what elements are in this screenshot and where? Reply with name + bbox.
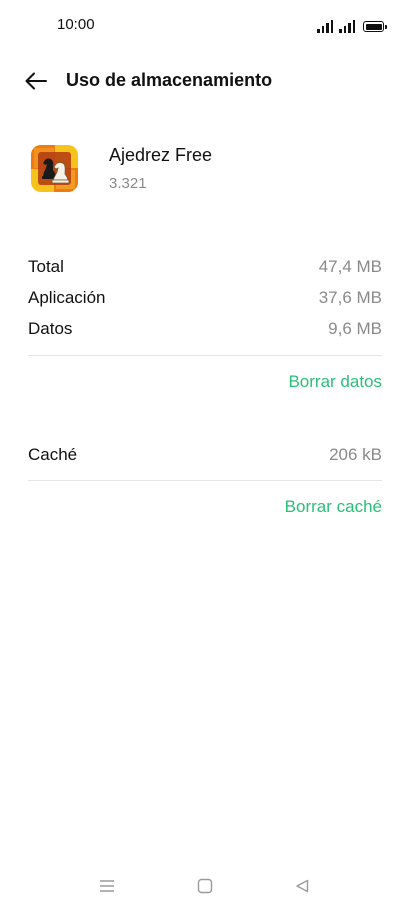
divider <box>28 480 382 481</box>
status-icons <box>317 17 387 33</box>
signal-icon <box>317 20 333 33</box>
row-value: 37,6 MB <box>318 288 382 307</box>
signal-icon-2 <box>339 20 355 33</box>
cache-row: Caché 206 kB <box>28 442 382 468</box>
chess-app-icon <box>31 145 78 192</box>
back-nav-button[interactable] <box>290 874 314 898</box>
cache-label: Caché <box>28 445 78 464</box>
storage-row-data: Datos 9,6 MB <box>28 316 382 342</box>
home-button[interactable] <box>193 874 217 898</box>
page-title: Uso de almacenamiento <box>66 70 273 90</box>
screen: 10:00 Uso de almacenamiento Ajedrez Free… <box>0 0 409 910</box>
storage-row-total: Total 47,4 MB <box>28 254 382 280</box>
row-label: Total <box>28 257 64 276</box>
status-bar: 10:00 <box>0 0 409 50</box>
clear-data-button[interactable]: Borrar datos <box>288 372 382 392</box>
back-triangle-icon <box>296 879 309 893</box>
navigation-bar <box>0 868 409 904</box>
storage-row-app: Aplicación 37,6 MB <box>28 285 382 311</box>
divider <box>28 355 382 356</box>
app-name: Ajedrez Free <box>109 145 213 165</box>
status-time: 10:00 <box>57 16 95 33</box>
row-value: 9,6 MB <box>328 319 382 338</box>
battery-icon <box>363 21 387 32</box>
cache-value: 206 kB <box>329 445 382 464</box>
menu-icon <box>100 880 114 892</box>
app-version: 3.321 <box>109 175 147 192</box>
arrow-left-icon <box>25 72 47 90</box>
header: Uso de almacenamiento <box>0 60 409 102</box>
clear-cache-button[interactable]: Borrar caché <box>285 497 382 517</box>
back-button[interactable] <box>20 66 52 96</box>
row-label: Datos <box>28 319 73 338</box>
home-square-icon <box>197 878 213 894</box>
row-value: 47,4 MB <box>318 257 382 276</box>
menu-button[interactable] <box>95 874 119 898</box>
row-label: Aplicación <box>28 288 106 307</box>
